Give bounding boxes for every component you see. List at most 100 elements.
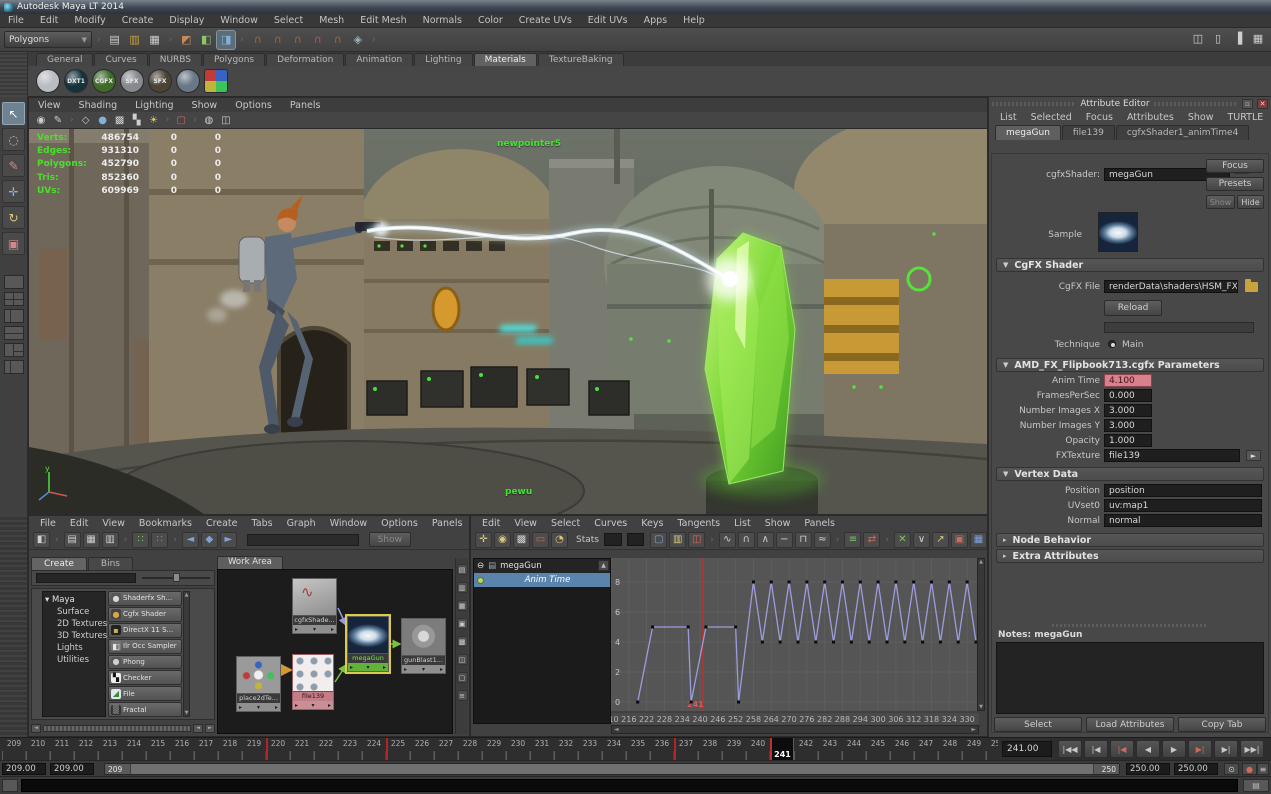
select-component-icon[interactable]: ◨	[216, 29, 237, 50]
uv-grid-icon[interactable]	[204, 69, 228, 93]
buffer-snapshot-icon[interactable]: ≡	[844, 531, 862, 548]
hypershade-tab-create[interactable]: Create	[31, 557, 87, 570]
menu-normals[interactable]: Normals	[415, 15, 470, 26]
create-search-field[interactable]	[36, 573, 136, 583]
shelf-tab-general[interactable]: General	[36, 53, 94, 66]
select-camera-icon[interactable]: ◉	[33, 113, 49, 128]
new-scene-icon[interactable]: ▤	[106, 31, 124, 49]
next-graph-icon[interactable]: ∷	[151, 531, 169, 548]
show-button[interactable]: Show	[1206, 195, 1235, 209]
frame-number-218[interactable]: 218	[218, 739, 242, 748]
side-toolbar-icon-6[interactable]: ◫	[456, 654, 468, 665]
frame-number-238[interactable]: 238	[698, 739, 722, 748]
viewport-menu-options[interactable]: Options	[226, 100, 281, 111]
shelf-tab-nurbs[interactable]: NURBS	[148, 53, 203, 66]
node-expand-icon[interactable]: ▸	[383, 664, 386, 671]
frame-number-219[interactable]: 219	[242, 739, 266, 748]
break-tangents-icon[interactable]: ✕	[894, 531, 911, 548]
section-vertex-data[interactable]: ▼ Vertex Data	[996, 467, 1264, 481]
param-field-number-images-y[interactable]: 3.000	[1104, 419, 1152, 432]
create-node-phong[interactable]: ● Phong	[108, 654, 182, 670]
menu-file[interactable]: File	[0, 15, 32, 26]
open-dope-sheet-icon[interactable]: ▦	[970, 531, 987, 548]
close-panel-icon[interactable]: ✕	[1257, 98, 1268, 109]
character-set-menu-icon[interactable]: ⊙	[1224, 763, 1239, 775]
graph-menu-keys[interactable]: Keys	[634, 518, 670, 529]
tree-item-surface[interactable]: Surface	[43, 606, 105, 618]
graph-menu-list[interactable]: List	[727, 518, 758, 529]
node-expand-icon[interactable]: ▸	[275, 704, 278, 711]
dxt1-shader-icon[interactable]: DXT1	[64, 69, 88, 93]
node-expand-icon[interactable]: ▸	[404, 666, 407, 673]
graph-vertical-scrollbar[interactable]: ▲ ▼	[977, 558, 985, 711]
frame-number-233[interactable]: 233	[578, 739, 602, 748]
graph-menu-edit[interactable]: Edit	[475, 518, 507, 529]
param-field-framespersec[interactable]: 0.000	[1104, 389, 1152, 402]
shading-node-place2dte[interactable]: place2dTe... ▸ ▾ ▸	[236, 656, 281, 712]
tree-item-2d-textures[interactable]: 2D Textures	[43, 618, 107, 630]
frame-number-224[interactable]: 224	[362, 739, 386, 748]
side-toolbar-icon-4[interactable]: ▣	[456, 618, 468, 629]
section-cgfx-shader[interactable]: ▼ CgFX Shader	[996, 258, 1264, 272]
retime-tool-icon[interactable]: ◔	[551, 531, 568, 548]
node-expand-icon[interactable]: ▸	[295, 702, 298, 709]
scale-tool[interactable]: ▣	[2, 232, 25, 255]
snap-view-plane-icon[interactable]: ∩	[309, 31, 327, 49]
tree-item-3d-textures[interactable]: 3D Textures	[43, 630, 107, 642]
range-end-handle[interactable]: 250	[1093, 764, 1119, 774]
clamped-tangents-icon[interactable]: ∩	[737, 531, 755, 548]
spline-tangents-icon[interactable]: ∿	[718, 531, 736, 548]
attribute-editor-header[interactable]: Attribute Editor ▫ ✕	[989, 97, 1271, 110]
notes-text-area[interactable]	[996, 642, 1264, 714]
output-connections-icon[interactable]: ►	[219, 531, 237, 548]
frame-number-209[interactable]: 209	[2, 739, 26, 748]
fxtexture-connection-icon[interactable]: ►	[1246, 450, 1261, 461]
side-toolbar-icon-7[interactable]: ▢	[456, 672, 468, 683]
graph-menu-tangents[interactable]: Tangents	[670, 518, 727, 529]
paint-select-tool[interactable]: ✎	[2, 154, 25, 177]
play-backwards-button[interactable]: ◀	[1136, 740, 1160, 758]
create-node-ilr-occ-sampler[interactable]: ◧ Ilr Occ Sampler	[108, 638, 182, 654]
flat-tangents-icon[interactable]: −	[775, 531, 793, 548]
menu-edit-uvs[interactable]: Edit UVs	[580, 15, 636, 26]
frame-number-240[interactable]: 240	[746, 739, 770, 748]
slider-handle[interactable]	[172, 573, 180, 582]
presets-button[interactable]: Presets	[1206, 177, 1264, 191]
xray-icon[interactable]: ◍	[201, 113, 217, 128]
frame-number-226[interactable]: 226	[410, 739, 434, 748]
frame-number-216[interactable]: 216	[170, 739, 194, 748]
animation-preferences-icon[interactable]: ≡	[1257, 763, 1269, 775]
copy-tab-button[interactable]: Copy Tab	[1178, 717, 1266, 732]
node-expand-icon[interactable]: ▾	[366, 664, 369, 671]
linear-tangents-icon[interactable]: ∧	[756, 531, 774, 548]
param-field-number-images-x[interactable]: 3.000	[1104, 404, 1152, 417]
menu-edit-mesh[interactable]: Edit Mesh	[352, 15, 414, 26]
select-tool[interactable]: ↖	[2, 102, 25, 125]
current-time-field[interactable]: 241.00	[1002, 741, 1052, 757]
frame-number-243[interactable]: 243	[818, 739, 842, 748]
side-toolbar-icon-3[interactable]: ▦	[456, 600, 468, 611]
shelf-tab-animation[interactable]: Animation	[345, 53, 414, 66]
work-area-canvas[interactable]: cgfxShade...▸▾▸megaGun▸▾▸gunBlast1...▸▾▸…	[217, 569, 453, 734]
plateau-tangents-icon[interactable]: ≈	[813, 531, 831, 548]
toggle-attribute-editor-icon[interactable]: ◫	[1189, 29, 1207, 47]
current-frame-marker[interactable]: 241	[770, 738, 794, 761]
select-hierarchy-icon[interactable]: ◩	[177, 31, 195, 49]
toggle-panel-layouts-icon[interactable]: ▦	[1249, 29, 1267, 47]
node-expand-icon[interactable]: ▸	[331, 626, 334, 633]
split-tabs-layout-icon[interactable]: ▦	[82, 531, 100, 548]
create-node-directx-11-s[interactable]: ▪ DirectX 11 S...	[108, 622, 182, 638]
shaderfx-dark-icon[interactable]: SFX	[148, 69, 172, 93]
frame-number-220[interactable]: 220	[266, 739, 290, 748]
hypershade-show-button[interactable]: Show	[368, 532, 411, 547]
frame-number-244[interactable]: 244	[842, 739, 866, 748]
param-field-fxtexture[interactable]: file139	[1104, 449, 1240, 462]
step-back-frame-button[interactable]: |◀	[1110, 740, 1134, 758]
side-toolbar-icon-2[interactable]: ▥	[456, 582, 468, 593]
frame-number-211[interactable]: 211	[50, 739, 74, 748]
snap-surface-icon[interactable]: ∩	[329, 31, 347, 49]
menu-apps[interactable]: Apps	[636, 15, 676, 26]
shading-node-megagun[interactable]: megaGun ▸ ▾ ▸	[345, 614, 391, 674]
create-node-shaderfx-sh[interactable]: ● Shaderfx Sh...	[108, 591, 182, 606]
frame-number-210[interactable]: 210	[26, 739, 50, 748]
